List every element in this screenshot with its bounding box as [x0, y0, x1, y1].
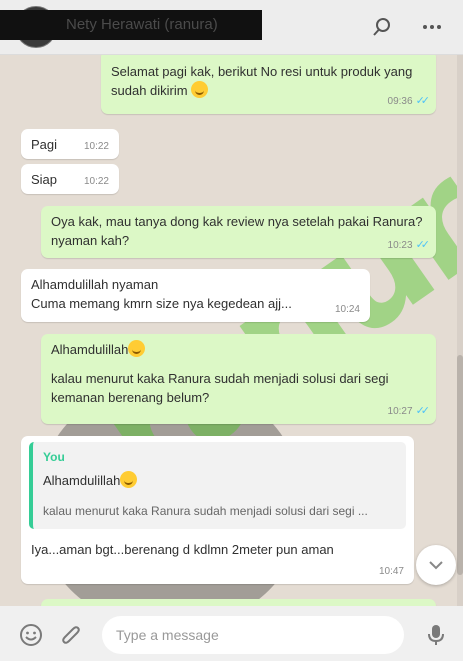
message-outgoing[interactable]: Oya kak, mau tanya dong kak review nya s… [41, 206, 436, 258]
chat-area[interactable]: ranura Selamat pagi kak, berikut No resi… [0, 55, 463, 606]
message-text: Oya kak, mau tanya dong kak review nya s… [51, 214, 423, 248]
message-outgoing[interactable]: Alhamdulillah kalau menurut kaka Ranura … [41, 334, 436, 424]
search-icon[interactable] [369, 14, 395, 40]
more-icon[interactable] [419, 14, 445, 40]
message-text: Cuma memang kmrn size nya kegedean ajj..… [31, 296, 292, 311]
message-incoming-reply[interactable]: You Alhamdulillah kalau menurut kaka Ran… [21, 436, 414, 584]
read-receipt-icon: ✓✓ [415, 95, 431, 107]
chevron-down-icon [429, 561, 443, 570]
message-text: Alhamdulillah [51, 342, 129, 357]
paperclip-icon[interactable] [58, 622, 84, 648]
emoji-icon[interactable] [18, 622, 44, 648]
message-text: kalau menurut kaka Ranura sudah menjadi … [51, 371, 389, 405]
smiley-icon [120, 471, 138, 488]
scrollbar-thumb[interactable] [457, 355, 463, 575]
smiley-icon [128, 340, 146, 357]
message-time: 10:22 [83, 141, 109, 152]
composer-bar: Type a message [0, 606, 463, 661]
chat-header: Nety Herawati (ranura) [0, 0, 463, 55]
message-time: 10:23 ✓✓ [387, 239, 431, 251]
quoted-message[interactable]: You Alhamdulillah kalau menurut kaka Ran… [29, 442, 406, 529]
contact-name[interactable]: Nety Herawati (ranura) [66, 16, 218, 33]
message-incoming[interactable]: Alhamdulillah nyaman Cuma memang kmrn si… [21, 269, 370, 322]
scroll-down-button[interactable] [416, 545, 456, 585]
message-outgoing[interactable]: Selamat pagi kak, berikut No resi untuk … [101, 55, 436, 114]
message-time: 10:24 [334, 304, 360, 315]
scrollbar[interactable] [457, 55, 463, 606]
read-receipt-icon: ✓✓ [415, 405, 431, 417]
message-incoming[interactable]: Siap 10:22 [21, 164, 119, 194]
message-text: Alhamdulillah nyaman [31, 277, 159, 292]
message-time: 09:36 ✓✓ [387, 95, 431, 107]
microphone-icon[interactable] [423, 622, 449, 648]
message-input[interactable]: Type a message [102, 616, 404, 654]
read-receipt-icon: ✓✓ [415, 239, 431, 251]
message-time: 10:22 [83, 176, 109, 187]
message-text: Pagi [31, 137, 58, 152]
quote-text: kalau menurut kaka Ranura sudah menjadi … [43, 504, 368, 518]
quote-author: You [43, 450, 65, 464]
message-time: 10:47 [378, 566, 404, 577]
message-time: 10:27 ✓✓ [387, 405, 431, 417]
message-outgoing[interactable] [41, 599, 436, 606]
message-text: Siap [31, 172, 58, 187]
message-text: Iya...aman bgt...berenang d kdlmn 2meter… [31, 542, 334, 557]
quote-text: Alhamdulillah [43, 473, 121, 488]
smiley-icon [191, 81, 209, 98]
message-incoming[interactable]: Pagi 10:22 [21, 129, 119, 159]
message-text: Selamat pagi kak, berikut No resi untuk … [111, 64, 413, 98]
